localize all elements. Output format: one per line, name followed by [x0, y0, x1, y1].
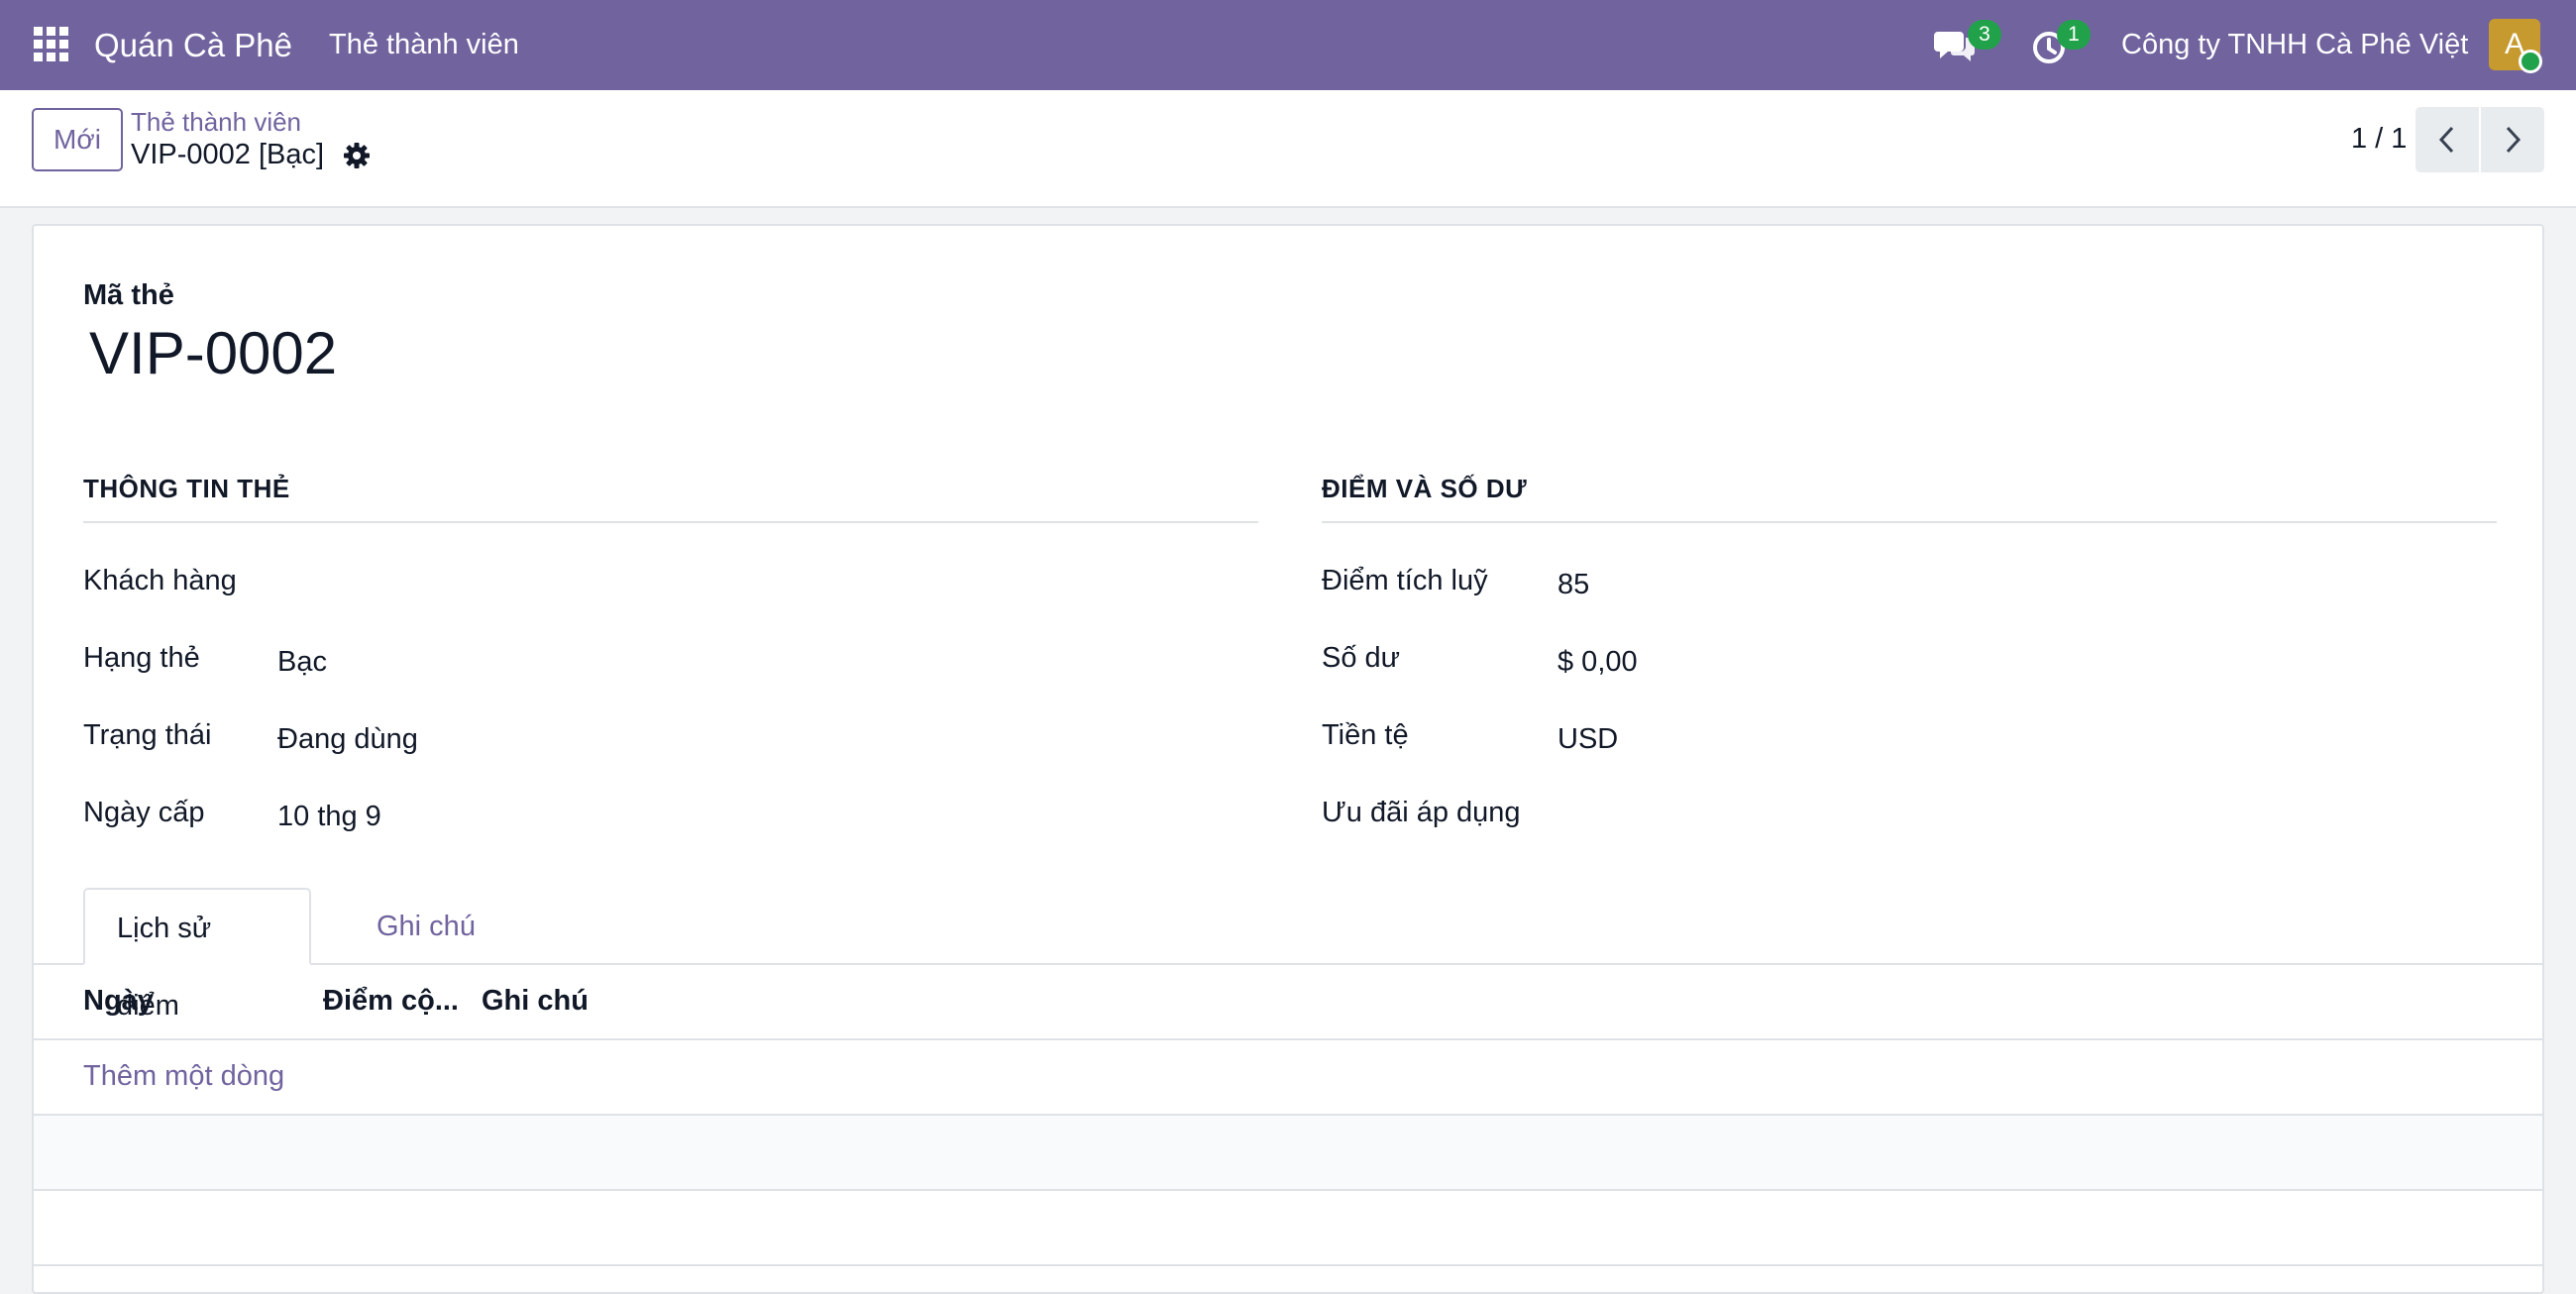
issue-date-field[interactable]: 10 thg 9: [277, 801, 381, 833]
table-header-divider: [34, 1038, 2542, 1040]
field-label-points: Điểm tích luỹ: [1322, 565, 1488, 596]
tier-field[interactable]: Bạc: [277, 646, 327, 679]
pager-counter[interactable]: 1 / 1: [2351, 123, 2407, 156]
breadcrumb-current: VIP-0002 [Bạc]: [131, 139, 325, 170]
gear-icon[interactable]: [343, 142, 371, 169]
field-label-issue-date: Ngày cấp: [83, 797, 205, 828]
card-code-field[interactable]: VIP-0002: [89, 319, 337, 387]
company-switcher[interactable]: Công ty TNHH Cà Phê Việt: [2121, 0, 2468, 90]
menu-item-member-cards[interactable]: Thẻ thành viên: [329, 0, 519, 90]
messages-count-badge: 3: [1968, 20, 2001, 50]
table-row: [34, 1116, 2542, 1189]
currency-field[interactable]: USD: [1557, 723, 1618, 756]
chevron-left-icon: [2438, 126, 2454, 154]
card-code-label: Mã thẻ: [83, 279, 174, 311]
tab-notes[interactable]: Ghi chú: [345, 888, 507, 965]
activities-count-badge: 1: [2057, 20, 2091, 50]
chevron-right-icon: [2506, 126, 2522, 154]
status-field[interactable]: Đang dùng: [277, 723, 418, 756]
tab-points-history[interactable]: Lịch sử điểm: [83, 888, 311, 1022]
new-button[interactable]: Mới: [32, 108, 123, 171]
online-status-dot: [2519, 50, 2542, 73]
apps-grid-icon[interactable]: [34, 27, 69, 62]
field-label-tier: Hạng thẻ: [83, 642, 200, 674]
pager-next-button[interactable]: [2481, 107, 2544, 172]
field-label-customer: Khách hàng: [83, 565, 237, 596]
breadcrumb-parent-link[interactable]: Thẻ thành viên: [131, 107, 301, 138]
field-label-balance: Số dư: [1322, 642, 1401, 674]
form-sheet: Mã thẻ VIP-0002 THÔNG TIN THẺ Khách hàng…: [32, 224, 2544, 1294]
pager-previous-button[interactable]: [2415, 107, 2479, 172]
app-brand[interactable]: Quán Cà Phê: [94, 0, 292, 90]
customer-field[interactable]: [277, 565, 1169, 600]
column-header-points-added[interactable]: Điểm cộ...: [323, 985, 459, 1018]
field-label-offers: Ưu đãi áp dụng: [1322, 797, 1521, 828]
add-line-link[interactable]: Thêm một dòng: [83, 1060, 284, 1093]
table-row: [34, 1191, 2542, 1264]
group-title-points-balance: ĐIỂM VÀ SỐ DƯ: [1322, 474, 2497, 523]
offers-field[interactable]: [1557, 797, 2449, 832]
field-label-currency: Tiền tệ: [1322, 719, 1409, 751]
group-title-card-info: THÔNG TIN THẺ: [83, 474, 1258, 523]
control-panel: Mới Thẻ thành viên VIP-0002 [Bạc] 1 / 1: [0, 90, 2576, 208]
balance-field[interactable]: $ 0,00: [1557, 646, 1638, 679]
table-row-divider: [34, 1264, 2542, 1266]
column-header-note[interactable]: Ghi chú: [482, 985, 589, 1018]
field-label-status: Trạng thái: [83, 719, 212, 751]
top-navbar: Quán Cà Phê Thẻ thành viên 3 1 Công ty T…: [0, 0, 2576, 90]
points-field[interactable]: 85: [1557, 569, 1589, 601]
column-header-date[interactable]: Ngày: [83, 985, 154, 1018]
